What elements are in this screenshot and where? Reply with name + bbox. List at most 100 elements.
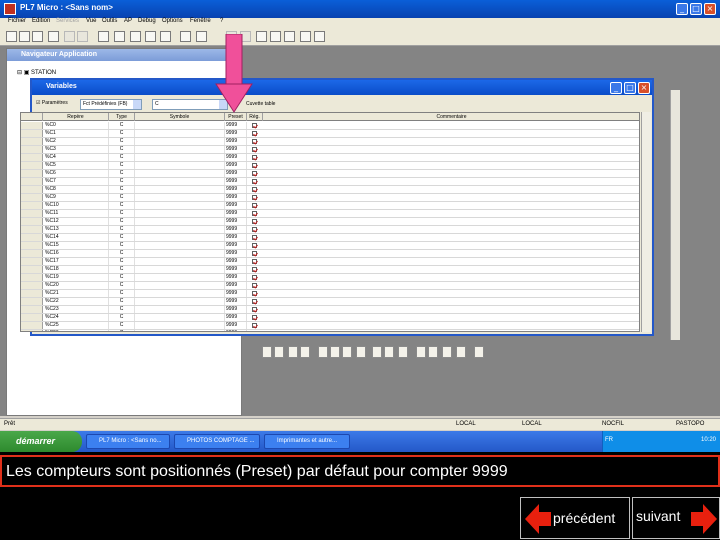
cell-symbole[interactable]	[135, 274, 225, 281]
row-header[interactable]	[21, 210, 43, 217]
cut-icon[interactable]	[48, 31, 59, 42]
coil-set-icon[interactable]	[300, 346, 310, 358]
reg-checkbox[interactable]	[252, 267, 257, 272]
reg-checkbox[interactable]	[252, 275, 257, 280]
cell-commentaire[interactable]	[263, 242, 639, 249]
delete-line-icon[interactable]	[428, 346, 438, 358]
save-icon[interactable]	[32, 31, 43, 42]
paste-icon[interactable]	[77, 31, 88, 42]
row-header[interactable]	[21, 258, 43, 265]
row-header[interactable]	[21, 194, 43, 201]
start-button[interactable]: démarrer	[0, 431, 82, 452]
col-symbole[interactable]: Symbole	[135, 113, 225, 121]
cell-preset[interactable]: 9999	[226, 210, 247, 217]
transfer-icon[interactable]	[196, 31, 207, 42]
cell-commentaire[interactable]	[263, 306, 639, 313]
cell-commentaire[interactable]	[263, 186, 639, 193]
language-indicator[interactable]: FR	[605, 437, 613, 443]
row-header[interactable]	[21, 250, 43, 257]
hline-icon[interactable]	[398, 346, 408, 358]
call-icon[interactable]	[342, 346, 352, 358]
next-button[interactable]: suivant	[632, 497, 720, 539]
menu-ap[interactable]: AP	[124, 18, 132, 24]
cell-preset[interactable]: 9999	[226, 250, 247, 257]
help-icon[interactable]	[300, 31, 311, 42]
cell-symbole[interactable]	[135, 122, 225, 129]
reg-checkbox[interactable]	[252, 219, 257, 224]
row-header[interactable]	[21, 242, 43, 249]
reg-checkbox[interactable]	[252, 323, 257, 328]
reg-checkbox[interactable]	[252, 243, 257, 248]
cell-commentaire[interactable]	[263, 322, 639, 329]
cell-symbole[interactable]	[135, 186, 225, 193]
cell-symbole[interactable]	[135, 202, 225, 209]
minimize-icon[interactable]: _	[676, 3, 688, 15]
var-close-icon[interactable]: ×	[638, 82, 650, 94]
cell-preset[interactable]: 9999	[226, 290, 247, 297]
frame-icon[interactable]	[284, 31, 295, 42]
tree-root[interactable]: ⊟ ▣ STATION	[17, 69, 56, 76]
cell-commentaire[interactable]	[263, 210, 639, 217]
reg-checkbox[interactable]	[252, 155, 257, 160]
reg-checkbox[interactable]	[252, 131, 257, 136]
reg-checkbox[interactable]	[252, 251, 257, 256]
cell-symbole[interactable]	[135, 138, 225, 145]
return-icon[interactable]	[474, 346, 484, 358]
table-row[interactable]: %C12 C 9999	[21, 218, 639, 226]
reg-checkbox[interactable]	[252, 315, 257, 320]
cell-commentaire[interactable]	[263, 130, 639, 137]
cell-symbole[interactable]	[135, 162, 225, 169]
cell-commentaire[interactable]	[263, 290, 639, 297]
cell-preset[interactable]: 9999	[226, 322, 247, 329]
block-icon[interactable]	[356, 346, 366, 358]
row-header[interactable]	[21, 154, 43, 161]
cell-symbole[interactable]	[135, 282, 225, 289]
table-row[interactable]: %C6 C 9999	[21, 170, 639, 178]
table-row[interactable]: %C13 C 9999	[21, 226, 639, 234]
cell-preset[interactable]: 9999	[226, 194, 247, 201]
row-header[interactable]	[21, 314, 43, 321]
cell-symbole[interactable]	[135, 290, 225, 297]
cell-commentaire[interactable]	[263, 154, 639, 161]
task-photos[interactable]: PHOTOS COMPTAGE ...	[174, 434, 260, 449]
cell-preset[interactable]: 9999	[226, 202, 247, 209]
menu-fenetre[interactable]: Fenêtre	[190, 18, 211, 24]
row-header[interactable]	[21, 290, 43, 297]
table-row[interactable]: %C2 C 9999	[21, 138, 639, 146]
reg-checkbox[interactable]	[252, 187, 257, 192]
vline-icon[interactable]	[416, 346, 426, 358]
row-header[interactable]	[21, 202, 43, 209]
task-pl7[interactable]: PL7 Micro : <Sans no...	[86, 434, 170, 449]
reg-checkbox[interactable]	[252, 147, 257, 152]
table-row[interactable]: %C11 C 9999	[21, 210, 639, 218]
cell-symbole[interactable]	[135, 298, 225, 305]
col-preset[interactable]: Preset	[225, 113, 247, 121]
reg-checkbox[interactable]	[252, 227, 257, 232]
menu-services[interactable]: Services	[56, 18, 79, 24]
cell-commentaire[interactable]	[263, 250, 639, 257]
open-icon[interactable]	[19, 31, 30, 42]
row-header[interactable]	[21, 130, 43, 137]
menu-vue[interactable]: Vue	[86, 18, 96, 24]
menu-outils[interactable]: Outils	[102, 18, 117, 24]
table-row[interactable]: %C16 C 9999	[21, 250, 639, 258]
table-row[interactable]: %C5 C 9999	[21, 162, 639, 170]
coil-reset-icon[interactable]	[318, 346, 328, 358]
menu-edition[interactable]: Edition	[32, 18, 50, 24]
cell-commentaire[interactable]	[263, 122, 639, 129]
variables-icon[interactable]	[160, 31, 171, 42]
col-reg[interactable]: Rég.	[247, 113, 263, 121]
cell-commentaire[interactable]	[263, 258, 639, 265]
cell-preset[interactable]: 9999	[226, 138, 247, 145]
row-header[interactable]	[21, 330, 43, 331]
cell-commentaire[interactable]	[263, 298, 639, 305]
cell-preset[interactable]: 9999	[226, 122, 247, 129]
print-icon[interactable]	[98, 31, 109, 42]
reg-checkbox[interactable]	[252, 259, 257, 264]
col-repere[interactable]: Repère	[43, 113, 109, 121]
cell-commentaire[interactable]	[263, 178, 639, 185]
coil-icon[interactable]	[288, 346, 298, 358]
cell-symbole[interactable]	[135, 226, 225, 233]
cell-preset[interactable]: 9999	[226, 298, 247, 305]
var-maximize-icon[interactable]: □	[624, 82, 636, 94]
